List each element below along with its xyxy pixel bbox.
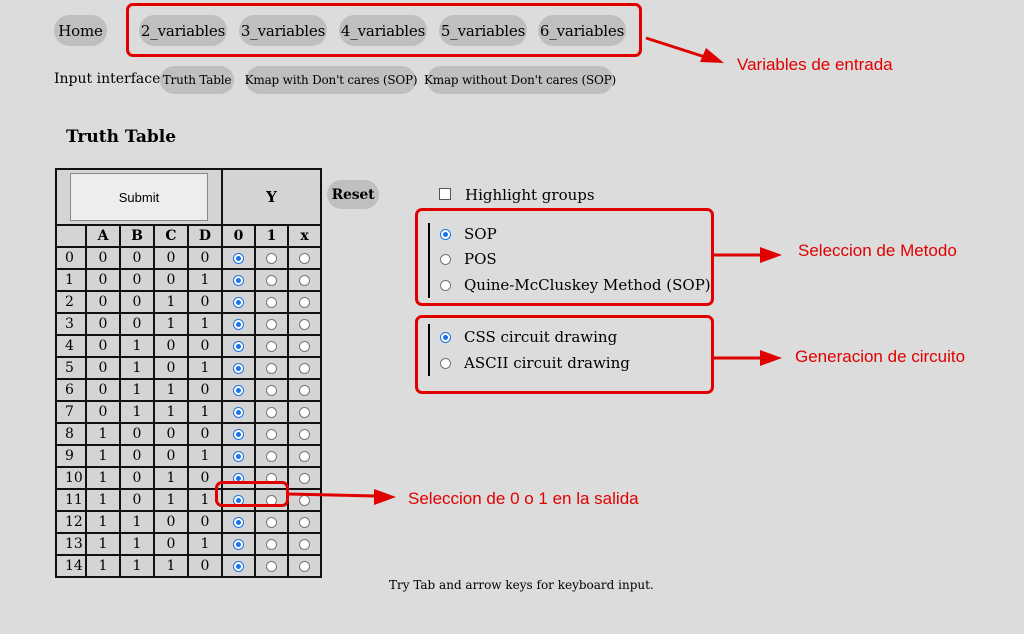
arrow-variables-head bbox=[700, 48, 724, 63]
annotation-output: Seleccion de 0 o 1 en la salida bbox=[408, 489, 639, 508]
arrow-circuit-head bbox=[760, 350, 782, 366]
annotation-variables: Variables de entrada bbox=[737, 55, 893, 74]
arrow-output-line bbox=[288, 492, 376, 498]
arrow-method-head bbox=[760, 247, 782, 263]
annotation-method: Seleccion de Metodo bbox=[798, 241, 957, 260]
annotation-arrows bbox=[288, 36, 782, 505]
arrow-variables-line bbox=[645, 36, 706, 59]
annotation-circuit: Generacion de circuito bbox=[795, 347, 966, 366]
arrow-output-head bbox=[374, 489, 396, 505]
